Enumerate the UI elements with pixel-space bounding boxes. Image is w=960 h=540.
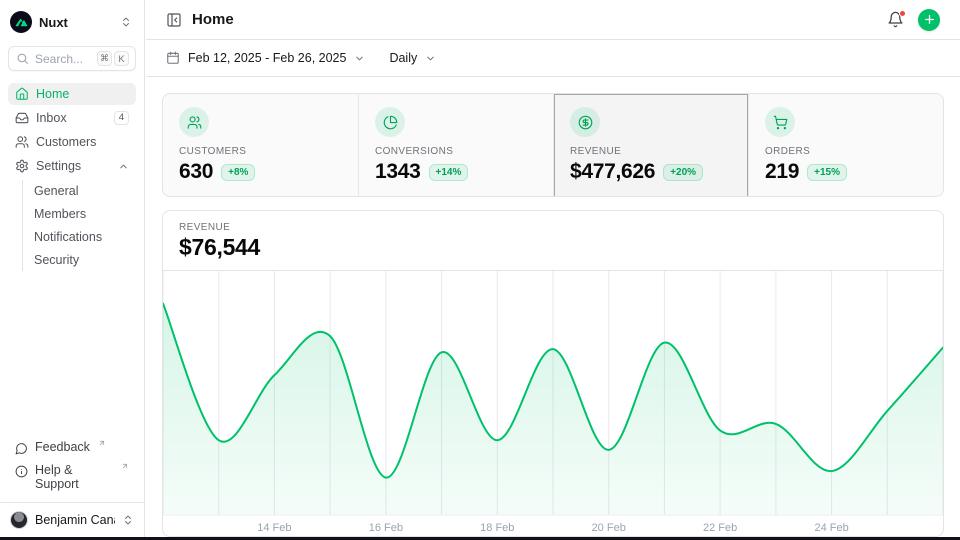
users-icon	[15, 135, 29, 149]
sidebar-item-members[interactable]: Members	[23, 203, 136, 225]
chart-metric-label: REVENUE	[179, 222, 927, 233]
sidebar-item-label: Settings	[36, 159, 81, 173]
stat-revenue[interactable]: REVENUE $477,626 +20%	[553, 94, 748, 197]
team-name: Nuxt	[39, 15, 113, 30]
settings-sub-list: General Members Notifications Security	[22, 180, 136, 271]
panel-left-close-icon	[166, 12, 182, 28]
gear-icon	[15, 159, 29, 173]
svg-text:16 Feb: 16 Feb	[369, 522, 403, 534]
stat-label: REVENUE	[570, 146, 732, 157]
sidebar: Nuxt ⌘ K Home Inbox 4 Customers Settings	[0, 0, 145, 537]
header-actions	[887, 9, 940, 31]
add-button[interactable]	[918, 9, 940, 31]
chevrons-up-down-icon	[122, 514, 134, 526]
arrow-up-right-icon	[121, 462, 129, 470]
sidebar-item-settings[interactable]: Settings	[8, 155, 136, 177]
stat-label: ORDERS	[765, 146, 927, 157]
unread-dot	[899, 10, 906, 17]
sidebar-footer-links: Feedback Help & Support	[8, 437, 136, 502]
content: CUSTOMERS 630 +8% CONVERSIONS 1343 +14%	[146, 77, 960, 537]
feedback-link[interactable]: Feedback	[8, 437, 136, 458]
info-circle-icon	[15, 465, 28, 478]
stat-delta-badge: +14%	[429, 164, 469, 181]
pie-chart-icon	[375, 107, 405, 137]
search-input[interactable]	[35, 52, 91, 66]
stat-delta-badge: +20%	[663, 164, 703, 181]
message-circle-icon	[15, 442, 28, 455]
period-value: Daily	[389, 51, 417, 65]
stat-value: $477,626	[570, 160, 655, 184]
sidebar-item-label: Home	[36, 87, 69, 101]
revenue-chart[interactable]: 14 Feb 16 Feb 18 Feb 20 Feb 22 Feb 24 Feb	[163, 271, 943, 537]
main-area: Home Feb 12, 2025 - Feb 26, 2025 Daily	[146, 0, 960, 537]
shopping-cart-icon	[765, 107, 795, 137]
stats-row: CUSTOMERS 630 +8% CONVERSIONS 1343 +14%	[162, 93, 944, 197]
sidebar-item-general[interactable]: General	[23, 180, 136, 202]
svg-text:24 Feb: 24 Feb	[814, 522, 848, 534]
stat-label: CONVERSIONS	[375, 146, 537, 157]
page-header: Home	[146, 0, 960, 40]
chart-header: REVENUE $76,544	[163, 211, 943, 271]
avatar	[10, 511, 28, 529]
svg-text:14 Feb: 14 Feb	[257, 522, 291, 534]
page-title: Home	[192, 11, 234, 28]
chevron-down-icon	[354, 53, 365, 64]
footer-link-label: Help & Support	[35, 463, 113, 491]
search-input-wrap[interactable]: ⌘ K	[8, 46, 136, 71]
inbox-icon	[15, 111, 29, 125]
period-select[interactable]: Daily	[389, 51, 436, 65]
arrow-up-right-icon	[98, 439, 106, 447]
user-name: Benjamin Canac	[35, 513, 115, 527]
team-switcher[interactable]: Nuxt	[8, 9, 136, 35]
user-menu[interactable]: Benjamin Canac	[0, 502, 144, 537]
sidebar-item-inbox[interactable]: Inbox 4	[8, 107, 136, 129]
sidebar-collapse-button[interactable]	[166, 12, 182, 28]
chevron-up-icon	[118, 161, 129, 172]
stat-delta-badge: +15%	[807, 164, 847, 181]
users-icon	[179, 107, 209, 137]
sidebar-nav: Home Inbox 4 Customers Settings General …	[8, 83, 136, 273]
svg-text:18 Feb: 18 Feb	[480, 522, 514, 534]
chart-metric-value: $76,544	[179, 234, 927, 261]
stat-value: 219	[765, 160, 799, 184]
kbd-k: K	[114, 51, 129, 66]
notifications-button[interactable]	[887, 11, 904, 28]
sidebar-item-security[interactable]: Security	[23, 249, 136, 271]
stat-customers[interactable]: CUSTOMERS 630 +8%	[163, 94, 358, 197]
search-icon	[16, 52, 29, 65]
stat-conversions[interactable]: CONVERSIONS 1343 +14%	[358, 94, 553, 197]
calendar-icon	[166, 51, 180, 65]
sidebar-item-label: Inbox	[36, 111, 67, 125]
circle-dollar-icon	[570, 107, 600, 137]
sidebar-item-notifications[interactable]: Notifications	[23, 226, 136, 248]
filters-toolbar: Feb 12, 2025 - Feb 26, 2025 Daily	[146, 40, 960, 77]
chevrons-up-down-icon	[120, 16, 132, 28]
stat-label: CUSTOMERS	[179, 146, 342, 157]
help-support-link[interactable]: Help & Support	[8, 460, 136, 494]
svg-text:20 Feb: 20 Feb	[592, 522, 626, 534]
nuxt-logo-icon	[10, 11, 32, 33]
inbox-count-badge: 4	[114, 111, 129, 125]
chevron-down-icon	[425, 53, 436, 64]
svg-text:22 Feb: 22 Feb	[703, 522, 737, 534]
date-range-value: Feb 12, 2025 - Feb 26, 2025	[188, 51, 346, 65]
stat-delta-badge: +8%	[221, 164, 255, 181]
sidebar-item-home[interactable]: Home	[8, 83, 136, 105]
revenue-chart-card: REVENUE $76,544 14 Feb 16 Feb 18 Feb 20 Feb…	[162, 210, 944, 537]
sidebar-item-label: Customers	[36, 135, 96, 149]
stat-value: 1343	[375, 160, 421, 184]
revenue-chart-svg: 14 Feb 16 Feb 18 Feb 20 Feb 22 Feb 24 Feb	[163, 271, 943, 537]
footer-link-label: Feedback	[35, 440, 90, 454]
kbd-meta: ⌘	[97, 51, 112, 66]
sidebar-item-customers[interactable]: Customers	[8, 131, 136, 153]
stat-value: 630	[179, 160, 213, 184]
date-range-picker[interactable]: Feb 12, 2025 - Feb 26, 2025	[166, 51, 365, 65]
plus-icon	[923, 13, 936, 26]
house-icon	[15, 87, 29, 101]
sidebar-spacer	[8, 273, 136, 437]
stat-orders[interactable]: ORDERS 219 +15%	[748, 94, 943, 197]
